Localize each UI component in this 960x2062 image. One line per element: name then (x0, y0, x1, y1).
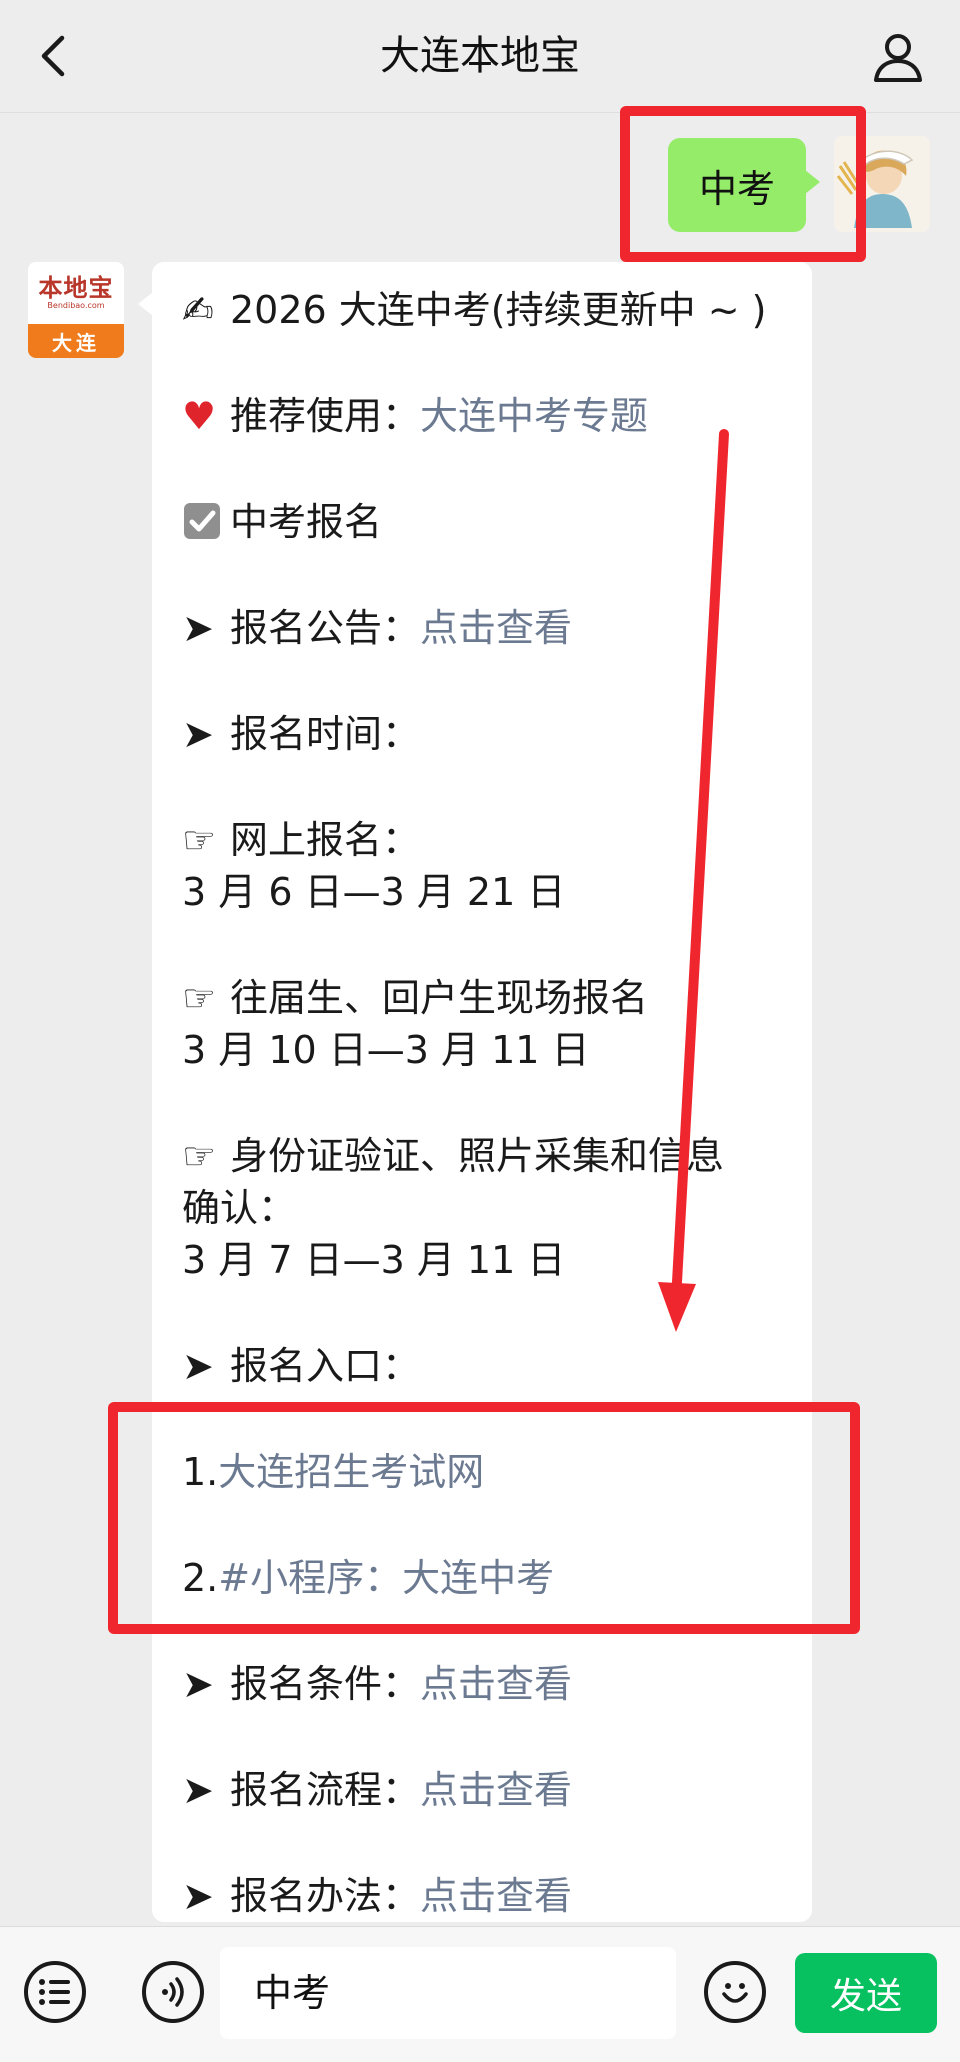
process-link[interactable]: 点击查看 (420, 1768, 572, 1812)
conditions-link[interactable]: 点击查看 (420, 1662, 572, 1706)
message-input[interactable]: 中考 (220, 1947, 676, 2039)
message-line-process: ➤ 报名流程：点击查看 (182, 1764, 792, 1816)
bot-avatar[interactable]: 本地宝 Bendibao.com 大连 (28, 262, 124, 358)
arrow-icon: ➤ (182, 1344, 214, 1388)
pointing-hand-icon: ☞ (182, 976, 217, 1020)
emoji-button[interactable] (704, 1961, 766, 2023)
arrow-icon: ➤ (182, 606, 214, 650)
chat-header: 大连本地宝 (0, 0, 960, 113)
voice-button[interactable] (142, 1961, 204, 2023)
voice-icon (162, 1977, 184, 2007)
heart-icon: ♥ (182, 394, 217, 438)
pointing-hand-icon: ☞ (182, 818, 217, 862)
message-line-title: ✍ 2026 大连中考(持续更新中 ~ ) (182, 284, 792, 336)
message-line-method: ➤ 报名办法：点击查看 (182, 1870, 792, 1922)
logo-brand-text: 本地宝 (38, 274, 114, 302)
notice-link[interactable]: 点击查看 (420, 606, 572, 650)
arrow-icon: ➤ (182, 1874, 214, 1918)
annotation-box-entry-links (108, 1402, 860, 1634)
logo-city-text: 大连 (28, 324, 124, 358)
message-line-entry-heading: ➤ 报名入口： (182, 1340, 792, 1392)
bot-logo: 本地宝 Bendibao.com (28, 262, 124, 324)
menu-button[interactable] (24, 1961, 86, 2023)
arrow-icon: ➤ (182, 712, 214, 756)
check-box-icon (182, 496, 230, 548)
annotation-box-user-message (620, 106, 866, 262)
profile-button[interactable] (870, 28, 926, 84)
input-bar: 中考 发送 (0, 1926, 960, 2062)
pointing-hand-icon: ☞ (182, 1134, 217, 1178)
logo-domain-text: Bendibao.com (47, 301, 105, 310)
writing-hand-icon: ✍ (182, 288, 214, 332)
send-button[interactable]: 发送 (795, 1953, 937, 2033)
topic-link[interactable]: 大连中考专题 (420, 394, 648, 438)
annotation-arrow (658, 429, 729, 1332)
chat-title: 大连本地宝 (380, 33, 580, 79)
arrow-icon: ➤ (182, 1768, 214, 1812)
message-line-conditions: ➤ 报名条件：点击查看 (182, 1658, 792, 1710)
list-icon (39, 1979, 70, 2005)
user-icon (874, 34, 922, 82)
emoji-icon (722, 1983, 748, 2003)
method-link[interactable]: 点击查看 (420, 1874, 572, 1918)
arrow-icon: ➤ (182, 1662, 214, 1706)
message-input-value: 中考 (254, 1971, 331, 2015)
